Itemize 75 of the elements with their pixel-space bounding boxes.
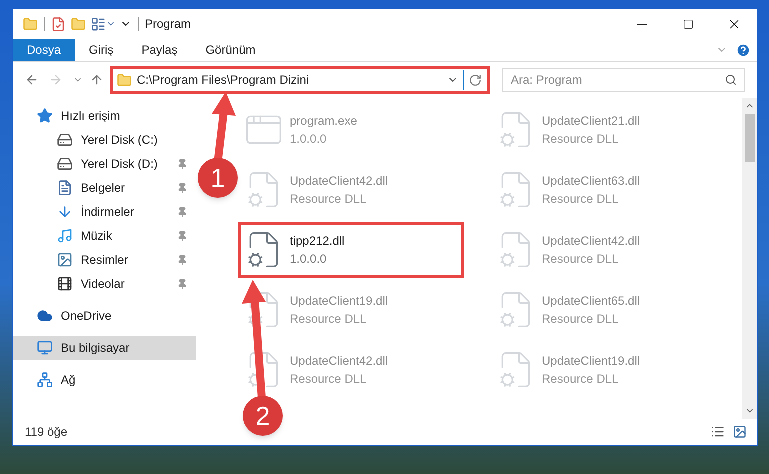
file-detail: Resource DLL: [542, 191, 620, 208]
scroll-thumb[interactable]: [744, 114, 754, 162]
ribbon-tab[interactable]: Görünüm: [192, 39, 270, 61]
nav-label: Yerel Disk (C:): [81, 132, 158, 149]
file-detail: Resource DLL: [290, 311, 368, 328]
nav-label: Bu bilgisayar: [61, 340, 130, 357]
nav-item[interactable]: İndirmeler: [13, 200, 196, 224]
nav-item[interactable]: Videolar: [13, 272, 196, 296]
film-icon: [57, 276, 73, 292]
file-name: UpdateClient42.dll: [290, 173, 388, 190]
refresh-icon[interactable]: [469, 74, 482, 86]
nav-item[interactable]: Müzik: [13, 224, 196, 248]
file-detail: 1.0.0.0: [290, 251, 328, 268]
nav-item[interactable]: Bu bilgisayar: [13, 336, 196, 360]
document-check-icon[interactable]: [51, 16, 66, 32]
file-detail: Resource DLL: [290, 371, 368, 388]
file-detail: Resource DLL: [290, 191, 368, 208]
help-icon[interactable]: [736, 42, 751, 58]
file-name: UpdateClient19.dll: [542, 353, 640, 370]
scrollbar[interactable]: [742, 98, 757, 419]
nav-label: Yerel Disk (D:): [81, 156, 158, 173]
hard-drive-icon: [57, 132, 73, 148]
nav-label: İndirmeler: [81, 204, 134, 221]
details-view-icon[interactable]: [711, 425, 725, 439]
ribbon-tab[interactable]: Paylaş: [128, 39, 192, 61]
folder-icon: [117, 72, 132, 88]
monitor-icon: [37, 340, 53, 356]
nav-label: Hızlı erişim: [61, 108, 120, 125]
nav-label: Müzik: [81, 228, 112, 245]
file-name: UpdateClient42.dll: [290, 353, 388, 370]
music-note-icon: [57, 228, 73, 244]
nav-label: Videolar: [81, 276, 125, 293]
properties-icon[interactable]: [91, 16, 106, 32]
window-title: Program: [145, 16, 192, 33]
nav-item[interactable]: Belgeler: [13, 176, 196, 200]
nav-label: Belgeler: [81, 180, 126, 197]
file-name: UpdateClient21.dll: [542, 113, 640, 130]
network-icon: [37, 372, 53, 388]
picture-icon: [57, 252, 73, 268]
star-icon: [37, 108, 53, 124]
search-icon[interactable]: [725, 74, 737, 86]
ribbon-tab[interactable]: Giriş: [75, 39, 128, 61]
address-bar[interactable]: C:\Program Files\Program Dizini: [110, 66, 490, 94]
file-detail: Resource DLL: [542, 311, 620, 328]
nav-label: OneDrive: [61, 308, 112, 325]
file-name: UpdateClient19.dll: [290, 293, 388, 310]
up-icon[interactable]: [90, 73, 104, 87]
nav-item[interactable]: Resimler: [13, 248, 196, 272]
address-path: C:\Program Files\Program Dizini: [137, 72, 310, 89]
search-field[interactable]: Ara: Program: [502, 68, 745, 92]
large-icons-view-icon[interactable]: [733, 425, 747, 439]
file-name: UpdateClient63.dll: [542, 173, 640, 190]
nav-label: Ağ: [61, 372, 76, 389]
document-icon: [57, 180, 73, 196]
file-item[interactable]: tipp212.dll 1.0.0.0: [238, 222, 464, 278]
file-name: tipp212.dll: [290, 233, 345, 250]
nav-label: Resimler: [81, 252, 128, 269]
cloud-icon: [37, 308, 53, 324]
nav-item[interactable]: Hızlı erişim: [13, 104, 196, 128]
file-detail: Resource DLL: [542, 251, 620, 268]
back-icon[interactable]: [25, 73, 39, 87]
nav-item[interactable]: OneDrive: [13, 304, 196, 328]
nav-item[interactable]: Yerel Disk (C:): [13, 128, 196, 152]
item-count: 119 öğe: [25, 424, 68, 441]
file-name: UpdateClient65.dll: [542, 293, 640, 310]
nav-item[interactable]: Yerel Disk (D:): [13, 152, 196, 176]
ribbon-tab[interactable]: Dosya: [13, 39, 76, 61]
file-detail: Resource DLL: [542, 131, 620, 148]
maximize-icon: [682, 18, 694, 30]
file-name: UpdateClient42.dll: [542, 233, 640, 250]
hard-drive-icon: [57, 156, 73, 172]
file-detail: Resource DLL: [542, 371, 620, 388]
file-name: program.exe: [290, 113, 358, 130]
file-detail: 1.0.0.0: [290, 131, 328, 148]
nav-item[interactable]: Ağ: [13, 368, 196, 392]
